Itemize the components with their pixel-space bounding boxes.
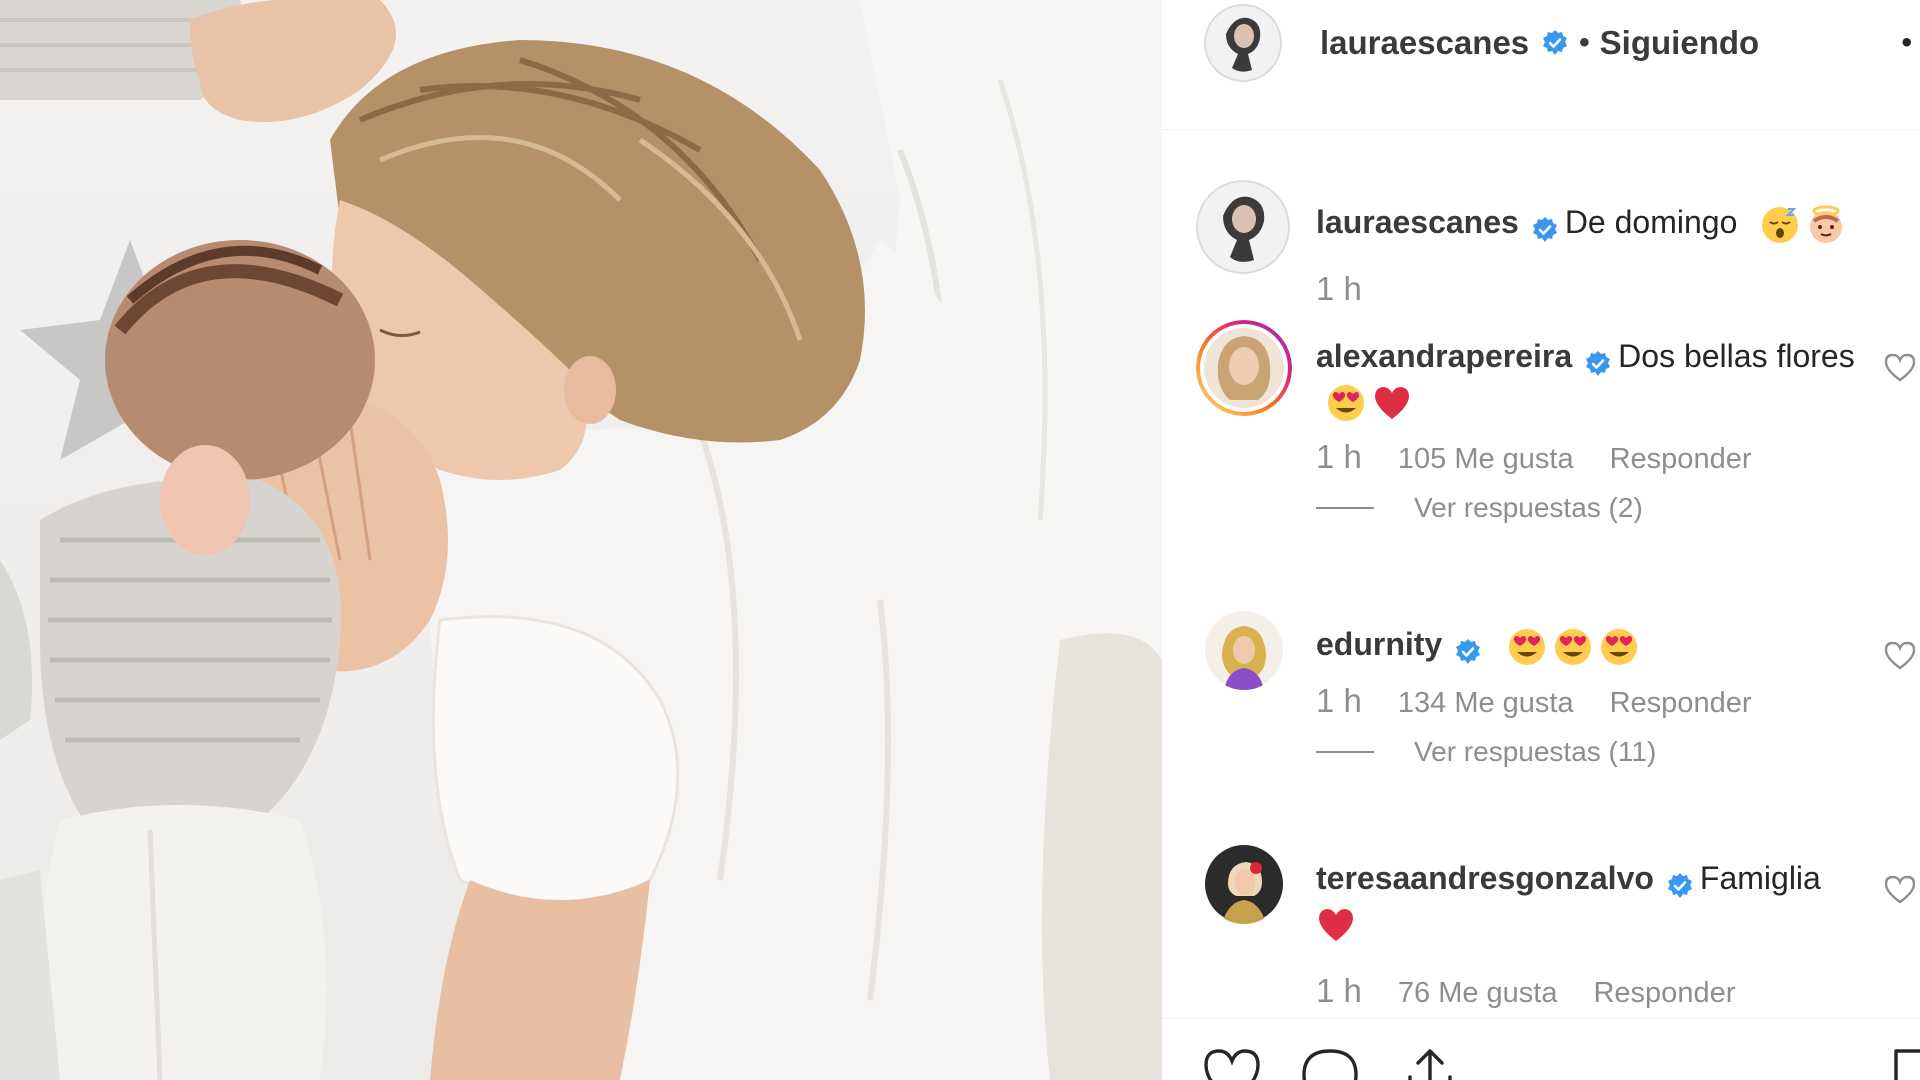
like-comment-heart-icon[interactable] <box>1884 874 1916 904</box>
reply-button[interactable]: Responder <box>1610 443 1752 475</box>
post-header: lauraescanes • Siguiendo • <box>1162 0 1920 130</box>
verified-badge-icon <box>1584 345 1612 376</box>
commenter-avatar[interactable] <box>1196 320 1292 416</box>
heart-eyes-emoji <box>1507 627 1547 667</box>
follow-separator: • <box>1579 25 1590 59</box>
comment-item: edurnity 1 h 134 Me gusta Responder Ver re… <box>1196 608 1916 838</box>
comments-list: lauraescanes De domingo 1 h alexandrapere… <box>1162 130 1920 1018</box>
comment-item: teresaandresgonzalvo Famiglia 1 h 76 Me gu… <box>1196 842 1916 1018</box>
caption-timestamp[interactable]: 1 h <box>1316 270 1362 307</box>
verified-badge-icon <box>1666 867 1694 898</box>
comment-meta: 1 h 76 Me gusta Responder <box>1316 972 1771 1010</box>
comment-likes[interactable]: 76 Me gusta <box>1398 977 1558 1009</box>
author-avatar[interactable] <box>1196 180 1290 274</box>
comment-text-block: alexandrapereira Dos bellas flores <box>1316 334 1856 423</box>
sleeping-face-emoji <box>1760 205 1800 245</box>
comment-text-block: teresaandresgonzalvo Famiglia <box>1316 856 1856 945</box>
caption-text-block: lauraescanes De domingo <box>1316 200 1856 245</box>
comment-likes[interactable]: 134 Me gusta <box>1398 687 1574 719</box>
verified-badge-icon <box>1454 633 1482 664</box>
caption-username[interactable]: lauraescanes <box>1316 204 1519 240</box>
caption-meta: 1 h <box>1316 270 1398 308</box>
bookmark-icon[interactable] <box>1892 1047 1920 1080</box>
comment-bubble-icon[interactable] <box>1300 1047 1360 1080</box>
reply-button[interactable]: Responder <box>1610 687 1752 719</box>
view-replies-button[interactable]: Ver respuestas (2) <box>1316 492 1643 524</box>
red-heart-emoji <box>1316 905 1356 945</box>
comment-timestamp[interactable]: 1 h <box>1316 438 1362 475</box>
heart-eyes-emoji <box>1553 627 1593 667</box>
commenter-avatar[interactable] <box>1204 844 1284 924</box>
comment-likes[interactable]: 105 Me gusta <box>1398 443 1574 475</box>
caption-text: De domingo <box>1564 204 1738 240</box>
view-replies-label[interactable]: Ver respuestas (11) <box>1414 736 1656 768</box>
replies-divider-line <box>1316 507 1374 509</box>
following-button[interactable]: Siguiendo <box>1600 24 1760 62</box>
author-username[interactable]: lauraescanes <box>1320 24 1529 62</box>
baby-angel-emoji <box>1806 205 1846 245</box>
like-comment-heart-icon[interactable] <box>1884 352 1916 382</box>
post-photo[interactable] <box>0 0 1162 1080</box>
replies-divider-line <box>1316 751 1374 753</box>
verified-badge-icon <box>1541 29 1569 57</box>
comment-meta: 1 h 105 Me gusta Responder <box>1316 438 1787 476</box>
photo-illustration <box>0 0 1162 1080</box>
comment-timestamp[interactable]: 1 h <box>1316 682 1362 719</box>
comment-username[interactable]: alexandrapereira <box>1316 338 1572 374</box>
comment-username[interactable]: teresaandresgonzalvo <box>1316 860 1654 896</box>
view-replies-button[interactable]: Ver respuestas (11) <box>1316 736 1656 768</box>
red-heart-emoji <box>1372 383 1412 423</box>
heart-eyes-emoji <box>1599 627 1639 667</box>
comment-text-block: edurnity <box>1316 622 1856 667</box>
commenter-avatar[interactable] <box>1204 610 1284 690</box>
share-icon[interactable] <box>1400 1047 1460 1080</box>
caption-item: lauraescanes De domingo 1 h <box>1196 180 1916 330</box>
comment-username[interactable]: edurnity <box>1316 626 1442 662</box>
author-avatar[interactable] <box>1204 3 1282 82</box>
comment-item: alexandrapereira Dos bellas flores 1 h 105… <box>1196 320 1916 550</box>
heart-eyes-emoji <box>1326 383 1366 423</box>
more-options-button[interactable]: • <box>1901 26 1912 60</box>
post-sidebar: lauraescanes • Siguiendo • lauraescanes D… <box>1162 0 1920 1080</box>
comment-text: Dos bellas flores <box>1618 338 1855 374</box>
comment-text: Famiglia <box>1699 860 1821 896</box>
like-comment-heart-icon[interactable] <box>1884 640 1916 670</box>
comment-timestamp[interactable]: 1 h <box>1316 972 1362 1009</box>
comment-meta: 1 h 134 Me gusta Responder <box>1316 682 1787 720</box>
view-replies-label[interactable]: Ver respuestas (2) <box>1414 492 1643 524</box>
reply-button[interactable]: Responder <box>1593 977 1735 1009</box>
verified-badge-icon <box>1531 211 1559 242</box>
heart-icon[interactable] <box>1202 1047 1262 1080</box>
post-actions-bar <box>1162 1018 1920 1080</box>
